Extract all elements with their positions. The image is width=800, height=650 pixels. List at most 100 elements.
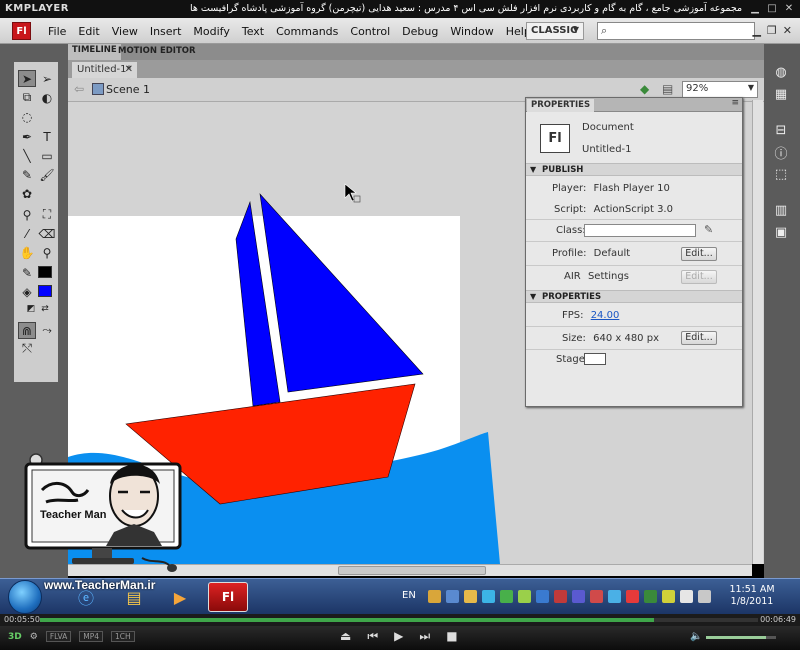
start-button[interactable]: [8, 580, 42, 614]
horizontal-scroll-thumb[interactable]: [338, 566, 486, 575]
settings-gear-icon[interactable]: ⚙: [30, 632, 38, 642]
tray-icon[interactable]: [608, 590, 621, 603]
scene-name[interactable]: Scene 1: [106, 83, 150, 96]
menu-control[interactable]: Control: [344, 25, 396, 38]
lasso-tool-icon[interactable]: ◌: [18, 108, 36, 125]
speaker-icon[interactable]: 🔈: [690, 631, 702, 642]
smooth-icon[interactable]: ⤳: [38, 322, 56, 339]
pen-tool-icon[interactable]: ✒: [18, 128, 36, 145]
workspace-switcher[interactable]: CLASSIC ▼: [526, 22, 584, 40]
fps-value[interactable]: 24.00: [591, 310, 620, 321]
zoom-select[interactable]: 92% ▼: [682, 81, 758, 98]
bone-tool-icon[interactable]: ⚲: [18, 206, 36, 223]
text-tool-icon[interactable]: T: [38, 128, 56, 145]
selection-tool-icon[interactable]: ➤: [18, 70, 36, 87]
tray-icon[interactable]: [446, 590, 459, 603]
info-panel-icon[interactable]: ⓘ: [772, 144, 790, 162]
eraser-icon[interactable]: ⌫: [38, 225, 56, 242]
media-taskbar-icon[interactable]: ▶: [160, 582, 200, 612]
tab-timeline[interactable]: TIMELINE: [68, 44, 121, 60]
close-icon[interactable]: ✕: [783, 24, 792, 37]
edit-class-pencil-icon[interactable]: ✎: [704, 223, 713, 236]
tray-icon[interactable]: [554, 590, 567, 603]
subselection-tool-icon[interactable]: ➢: [38, 70, 56, 87]
snap-to-objects-icon[interactable]: ⋒: [18, 322, 36, 339]
eject-icon[interactable]: ⏏: [340, 629, 351, 644]
help-search-input[interactable]: ⌕: [597, 22, 755, 40]
components-panel-icon[interactable]: ▣: [772, 224, 790, 240]
hand-tool-icon[interactable]: ✋: [18, 244, 36, 261]
script-value[interactable]: ActionScript 3.0: [594, 204, 673, 215]
menu-edit[interactable]: Edit: [72, 25, 105, 38]
tray-icon[interactable]: [518, 590, 531, 603]
align-panel-icon[interactable]: ⊟: [772, 122, 790, 138]
air-edit-button[interactable]: Edit...: [681, 270, 717, 284]
flash-app-logo[interactable]: Fl: [12, 22, 31, 40]
menu-view[interactable]: View: [106, 25, 144, 38]
play-icon[interactable]: ▶: [394, 629, 403, 644]
player-minimize-icon[interactable]: ▁: [748, 2, 762, 15]
tray-icon[interactable]: [482, 590, 495, 603]
minimize-icon[interactable]: ▁: [752, 24, 760, 37]
seek-track[interactable]: [40, 618, 758, 622]
3d-icon[interactable]: 3D: [8, 632, 22, 642]
tray-icon[interactable]: [464, 590, 477, 603]
paint-bucket-icon[interactable]: ⛶: [38, 206, 56, 223]
language-indicator[interactable]: EN: [402, 590, 416, 601]
restore-icon[interactable]: ❐: [767, 24, 777, 37]
menu-modify[interactable]: Modify: [187, 25, 235, 38]
stop-icon[interactable]: ■: [446, 629, 457, 644]
properties-tab[interactable]: PROPERTIES: [527, 99, 595, 112]
network-tray-icon[interactable]: [680, 590, 693, 603]
swap-colors-icon[interactable]: ⇄: [36, 300, 54, 317]
pencil-tool-icon[interactable]: ✎: [18, 166, 36, 183]
edit-scene-icon[interactable]: ▤: [662, 82, 673, 96]
panel-menu-icon[interactable]: ≡: [731, 98, 739, 108]
close-tab-icon[interactable]: ✕: [125, 64, 133, 75]
tray-icon[interactable]: [536, 590, 549, 603]
size-edit-button[interactable]: Edit...: [681, 331, 717, 345]
deco-tool-icon[interactable]: ✿: [18, 185, 36, 202]
tray-icon[interactable]: [626, 590, 639, 603]
vertical-scrollbar[interactable]: [752, 100, 763, 564]
menu-window[interactable]: Window: [444, 25, 499, 38]
properties-section-header[interactable]: ▼ PROPERTIES: [526, 290, 742, 303]
class-input[interactable]: [584, 224, 696, 237]
line-tool-icon[interactable]: ╲: [18, 147, 36, 164]
menu-insert[interactable]: Insert: [144, 25, 188, 38]
library-panel-icon[interactable]: ▥: [772, 202, 790, 218]
previous-icon[interactable]: ⏮: [367, 629, 378, 644]
tray-icon[interactable]: [590, 590, 603, 603]
menu-debug[interactable]: Debug: [396, 25, 444, 38]
volume-slider[interactable]: [706, 636, 776, 639]
tray-icon[interactable]: [572, 590, 585, 603]
tray-icon[interactable]: [428, 590, 441, 603]
eyedropper-icon[interactable]: ⁄: [18, 225, 36, 242]
color-panel-icon[interactable]: ◍: [772, 64, 790, 80]
swatches-panel-icon[interactable]: ▦: [772, 86, 790, 102]
volume-tray-icon[interactable]: [698, 590, 711, 603]
document-tab[interactable]: Untitled-1* ✕: [72, 62, 137, 78]
brush-tool-icon[interactable]: 🖌: [38, 166, 56, 183]
3d-rotation-icon[interactable]: ◐: [38, 89, 56, 106]
tray-icon[interactable]: [644, 590, 657, 603]
fill-color-icon[interactable]: ◈: [18, 283, 36, 300]
player-value[interactable]: Flash Player 10: [594, 183, 670, 194]
free-transform-icon[interactable]: ⧉: [18, 89, 36, 106]
straighten-icon[interactable]: ⤲: [18, 340, 36, 357]
player-maximize-icon[interactable]: □: [765, 2, 779, 15]
tray-icon[interactable]: [500, 590, 513, 603]
edit-symbols-icon[interactable]: ◆: [640, 82, 649, 96]
rectangle-tool-icon[interactable]: ▭: [38, 147, 56, 164]
transform-panel-icon[interactable]: ⬚: [772, 166, 790, 182]
tray-icon[interactable]: [662, 590, 675, 603]
profile-edit-button[interactable]: Edit...: [681, 247, 717, 261]
tab-motion-editor[interactable]: MOTION EDITOR: [118, 46, 196, 56]
fill-color-swatch[interactable]: [38, 285, 52, 297]
menu-file[interactable]: File: [42, 25, 72, 38]
stroke-color-swatch[interactable]: [38, 266, 52, 278]
taskbar-clock[interactable]: 11:51 AM 1/8/2011: [726, 584, 778, 608]
menu-text[interactable]: Text: [236, 25, 270, 38]
zoom-tool-icon[interactable]: ⚲: [38, 244, 56, 261]
next-icon[interactable]: ⏭: [419, 629, 430, 644]
